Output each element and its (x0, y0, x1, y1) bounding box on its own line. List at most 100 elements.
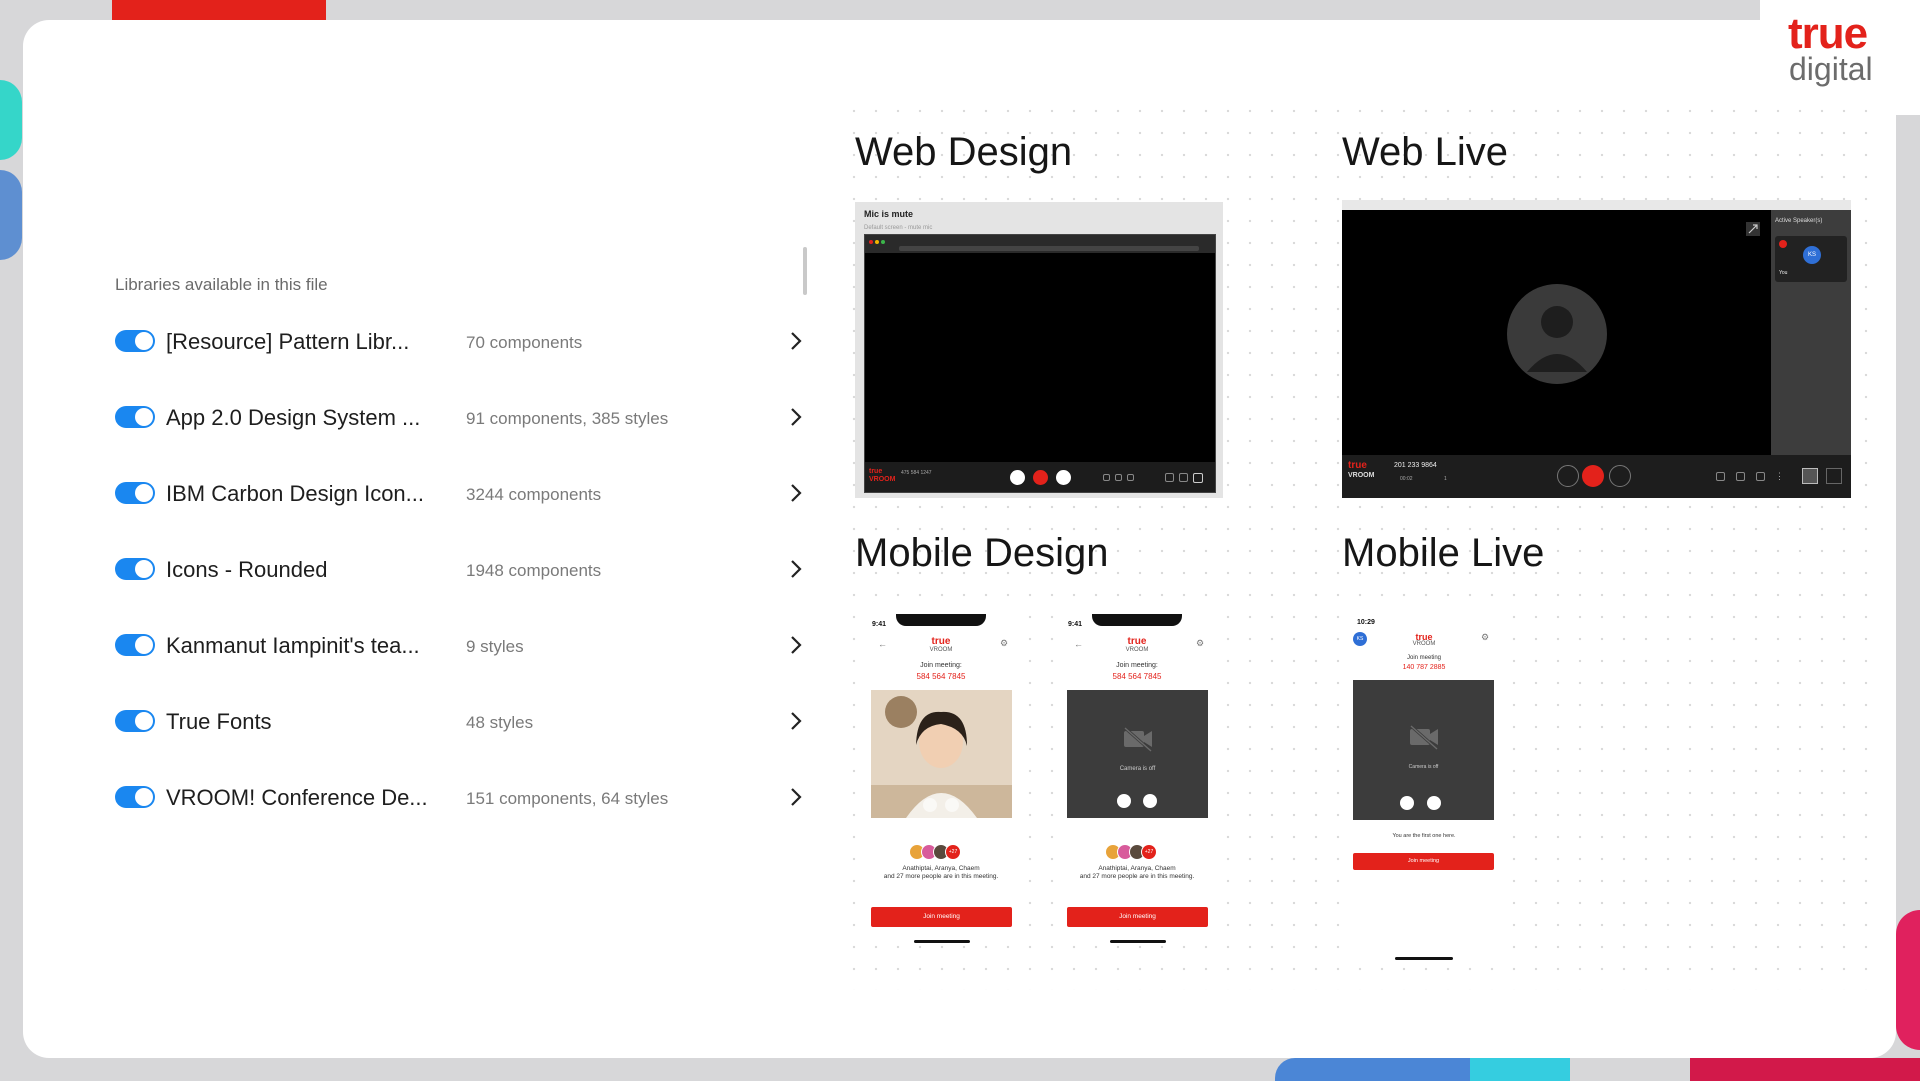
participant-avatars: +27 (1105, 844, 1175, 860)
share-icon[interactable] (1756, 472, 1765, 481)
user-avatar-icon (1507, 284, 1607, 384)
brand-logo: true (931, 636, 951, 647)
library-row[interactable]: True Fonts 48 styles (115, 702, 815, 742)
speaker-label: You (1779, 270, 1788, 276)
end-call-button[interactable] (1582, 465, 1604, 487)
participant-names-more: and 27 more people are in this meeting. (1079, 873, 1195, 880)
web-design-thumbnail[interactable]: Mic is mute Default screen - mute mic tr… (855, 202, 1223, 498)
library-toggle[interactable] (115, 786, 155, 808)
gear-icon[interactable]: ⚙ (1481, 632, 1489, 643)
library-toggle[interactable] (115, 710, 155, 732)
chevron-right-icon[interactable] (785, 405, 807, 429)
chevron-right-icon[interactable] (785, 329, 807, 353)
vroom-logo-vroom: VROOM (1348, 472, 1375, 479)
mic-toggle[interactable] (1117, 794, 1131, 808)
library-row[interactable]: IBM Carbon Design Icon... 3244 component… (115, 474, 815, 514)
chevron-right-icon[interactable] (785, 481, 807, 505)
true-digital-logo: true digital (1760, 0, 1920, 115)
join-meeting-button[interactable]: Join meeting (1353, 853, 1494, 870)
brand-logo-sub: VROOM (1412, 641, 1436, 647)
expand-icon[interactable] (1746, 222, 1760, 236)
library-toggle[interactable] (115, 634, 155, 656)
section-title-web-design: Web Design (855, 130, 1073, 174)
mobile-live-phone[interactable]: 10:29 KS true VROOM ⚙ Join meeting 140 7… (1347, 614, 1501, 964)
brand-logo: true (1127, 636, 1147, 647)
mic-muted-button[interactable] (1010, 470, 1025, 485)
camera-button[interactable] (1056, 470, 1071, 485)
section-title-mobile-live: Mobile Live (1342, 531, 1545, 575)
meeting-id: 475 584 1247 (901, 470, 932, 476)
mic-button[interactable] (1557, 465, 1579, 487)
library-name: Icons - Rounded (166, 557, 328, 582)
home-indicator (1395, 957, 1453, 960)
toggle-knob (135, 560, 153, 578)
chevron-right-icon[interactable] (785, 633, 807, 657)
decor-red-top (112, 0, 326, 20)
layout-speaker-button[interactable] (1802, 468, 1818, 484)
speaker-card[interactable]: KS You (1775, 236, 1847, 282)
more-icon[interactable]: ⋮ (1775, 471, 1784, 482)
library-name: App 2.0 Design System ... (166, 405, 421, 430)
section-title-mobile-design: Mobile Design (855, 531, 1109, 575)
chat-icon[interactable] (1716, 472, 1725, 481)
layout-grid-button[interactable] (1826, 468, 1842, 484)
decor-red-bottom (1690, 1058, 1920, 1081)
toggle-knob (135, 408, 153, 426)
hand-icon[interactable] (1736, 472, 1745, 481)
join-meeting-button[interactable]: Join meeting (1067, 907, 1208, 927)
camera-toggle[interactable] (945, 798, 959, 812)
mic-toggle[interactable] (923, 798, 937, 812)
library-toggle[interactable] (115, 482, 155, 504)
vroom-logo-true: true (1348, 460, 1367, 471)
library-meta: 1948 components (466, 561, 602, 580)
join-meeting-label: Join meeting: (1116, 662, 1158, 669)
home-indicator (914, 940, 970, 943)
library-row[interactable]: Kanmanut Iampinit's tea... 9 styles (115, 626, 815, 666)
camera-toggle[interactable] (1143, 794, 1157, 808)
layout-icon[interactable] (1165, 473, 1174, 482)
mic-off-icon (1779, 240, 1787, 248)
camera-off-text: Camera is off (1119, 766, 1156, 772)
library-meta: 151 components, 64 styles (466, 789, 669, 808)
grid-icon[interactable] (1193, 473, 1203, 483)
hand-icon[interactable] (1115, 474, 1122, 481)
meeting-control-bar: true VROOM 201 233 9864 00:02 1 ⋮ (1342, 455, 1851, 498)
library-toggle[interactable] (115, 558, 155, 580)
share-icon[interactable] (1127, 474, 1134, 481)
library-meta: 70 components (466, 333, 583, 352)
decor-pink-right (1896, 910, 1920, 1050)
chevron-right-icon[interactable] (785, 557, 807, 581)
participant-count: 1 (1444, 476, 1447, 482)
gear-icon[interactable]: ⚙ (1196, 638, 1204, 649)
section-title-web-live: Web Live (1342, 130, 1509, 174)
chevron-right-icon[interactable] (785, 709, 807, 733)
chevron-right-icon[interactable] (785, 785, 807, 809)
library-row[interactable]: VROOM! Conference De... 151 components, … (115, 778, 815, 818)
library-row[interactable]: Icons - Rounded 1948 components (115, 550, 815, 590)
camera-preview (871, 690, 1012, 818)
join-meeting-button[interactable]: Join meeting (871, 907, 1012, 927)
end-call-button[interactable] (1033, 470, 1048, 485)
logo-digital-text: digital (1789, 51, 1873, 87)
library-toggle[interactable] (115, 406, 155, 428)
scrollbar-thumb[interactable] (803, 247, 807, 295)
library-row[interactable]: App 2.0 Design System ... 91 components,… (115, 398, 815, 438)
web-live-thumbnail[interactable]: Active Speaker(s) KS You true VROOM 201 … (1342, 200, 1851, 498)
brand-logo-sub: VROOM (1125, 647, 1149, 653)
layout-icon[interactable] (1179, 473, 1188, 482)
library-toggle[interactable] (115, 330, 155, 352)
toggle-knob (135, 332, 153, 350)
mic-toggle[interactable] (1400, 796, 1414, 810)
gear-icon[interactable]: ⚙ (1000, 638, 1008, 649)
browser-bar (865, 235, 1215, 253)
library-meta: 48 styles (466, 713, 534, 732)
camera-toggle[interactable] (1427, 796, 1441, 810)
library-meta: 3244 components (466, 485, 602, 504)
mobile-design-phone-camera-off[interactable]: 9:41 ← true VROOM ⚙ Join meeting: 584 56… (1060, 614, 1214, 944)
camera-button[interactable] (1609, 465, 1631, 487)
library-row[interactable]: [Resource] Pattern Libr... 70 components (115, 322, 815, 362)
phone-notch (896, 614, 986, 626)
meeting-id: 201 233 9864 (1394, 462, 1437, 469)
mobile-design-phone-camera-on[interactable]: 9:41 ← true VROOM ⚙ Join meeting: 584 56… (864, 614, 1018, 944)
chat-icon[interactable] (1103, 474, 1110, 481)
